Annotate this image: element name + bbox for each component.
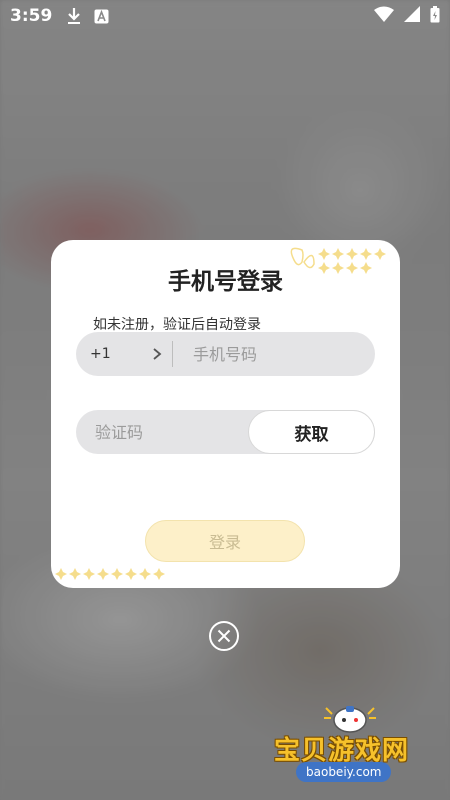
a-badge-icon bbox=[94, 9, 109, 24]
watermark-url: baobeiy.com bbox=[296, 762, 392, 782]
stars-decoration-icon bbox=[55, 566, 167, 586]
wifi-icon bbox=[374, 6, 394, 26]
get-code-button[interactable]: 获取 bbox=[248, 410, 375, 454]
code-input[interactable] bbox=[93, 421, 237, 443]
phone-input[interactable] bbox=[191, 343, 345, 365]
battery-icon bbox=[430, 5, 440, 27]
dialog-title: 手机号登录 bbox=[168, 269, 283, 295]
field-divider bbox=[172, 341, 173, 367]
close-icon bbox=[209, 621, 239, 651]
status-right bbox=[374, 5, 440, 27]
close-button[interactable] bbox=[208, 620, 240, 652]
watermark: 宝贝游戏网 baobeiy.com bbox=[270, 700, 430, 790]
register-hint: 如未注册，验证后自动登录 bbox=[93, 317, 261, 333]
login-button[interactable]: 登录 bbox=[145, 520, 305, 562]
login-dialog: 手机号登录 如未注册，验证后自动登录 +1 获取 登录 bbox=[51, 240, 400, 588]
status-bar: 3:59 bbox=[0, 0, 450, 32]
signal-icon bbox=[404, 6, 420, 26]
chevron-right-icon[interactable] bbox=[152, 348, 162, 360]
code-field[interactable]: 获取 bbox=[76, 410, 375, 454]
country-code[interactable]: +1 bbox=[90, 346, 122, 362]
download-icon bbox=[66, 7, 82, 25]
status-time: 3:59 bbox=[10, 6, 53, 26]
phone-field[interactable]: +1 bbox=[76, 332, 375, 376]
